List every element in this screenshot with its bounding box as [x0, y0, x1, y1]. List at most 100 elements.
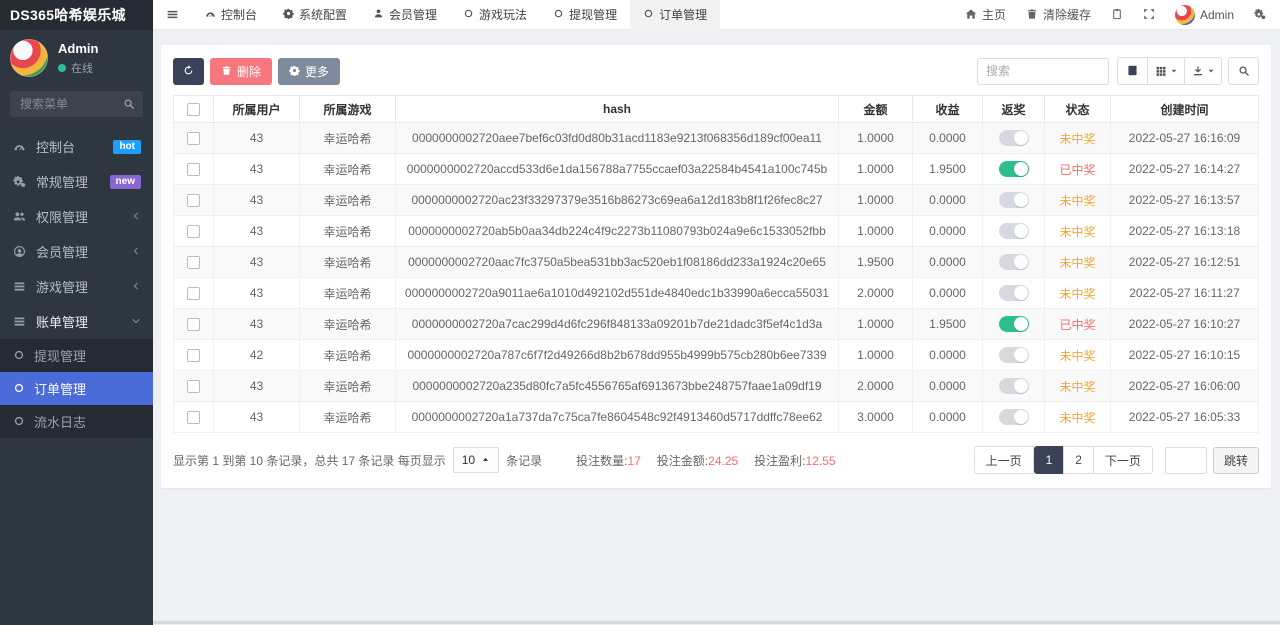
table-row: 43 幸运哈希 0000000002720a1a737da7c75ca7fe86… [174, 402, 1259, 433]
sidebar-item-会员管理[interactable]: 会员管理 [0, 234, 153, 269]
sidebar-subitem-流水日志[interactable]: 流水日志 [0, 405, 153, 438]
column-header-所属游戏[interactable]: 所属游戏 [300, 96, 396, 123]
caret-down-icon [1170, 67, 1178, 76]
cell-created-time: 2022-05-27 16:13:57 [1111, 185, 1259, 216]
next-page-button[interactable]: 下一页 [1093, 446, 1153, 474]
refresh-button[interactable] [173, 58, 204, 85]
cell-amount: 1.9500 [839, 247, 913, 278]
row-checkbox[interactable] [187, 380, 200, 393]
sidebar-item-账单管理[interactable]: 账单管理 [0, 304, 153, 339]
delete-button[interactable]: 删除 [210, 58, 272, 85]
column-header-状态[interactable]: 状态 [1045, 96, 1111, 123]
page-number-button-2[interactable]: 2 [1063, 446, 1094, 474]
row-checkbox[interactable] [187, 318, 200, 331]
payout-toggle[interactable] [999, 192, 1029, 208]
sidebar-item-游戏管理[interactable]: 游戏管理 [0, 269, 153, 304]
column-header-返奖[interactable]: 返奖 [983, 96, 1045, 123]
gear-icon [289, 65, 300, 78]
row-checkbox[interactable] [187, 225, 200, 238]
row-checkbox[interactable] [187, 411, 200, 424]
horizontal-scrollbar[interactable] [153, 621, 1280, 624]
status-badge: 未中奖 [1045, 247, 1111, 278]
pagination: 上一页 12 下一页 跳转 [974, 446, 1259, 474]
search-icon [1238, 64, 1250, 78]
topbar-clipboard[interactable] [1111, 8, 1123, 22]
topbar-主页[interactable]: 主页 [965, 6, 1006, 23]
sidebar-subitem-提现管理[interactable]: 提现管理 [0, 339, 153, 372]
hamburger-icon[interactable] [153, 7, 192, 22]
topbar-Admin[interactable]: Admin [1175, 5, 1234, 25]
column-header-hash[interactable]: hash [396, 96, 839, 123]
sidebar-user-panel: Admin 在线 [0, 30, 153, 85]
row-checkbox[interactable] [187, 256, 200, 269]
payout-toggle[interactable] [999, 161, 1029, 177]
cell-user: 43 [214, 371, 300, 402]
cell-profit: 0.0000 [913, 123, 983, 154]
jump-page-input[interactable] [1165, 447, 1207, 474]
users-icon [12, 209, 27, 224]
payout-toggle[interactable] [999, 347, 1029, 363]
jump-button[interactable]: 跳转 [1213, 447, 1259, 474]
table-row: 43 幸运哈希 0000000002720aac7fc3750a5bea531b… [174, 247, 1259, 278]
avatar[interactable] [10, 39, 48, 77]
row-checkbox[interactable] [187, 287, 200, 300]
cell-amount: 2.0000 [839, 371, 913, 402]
column-header-收益[interactable]: 收益 [913, 96, 983, 123]
toggle-pagination-button[interactable] [1117, 57, 1148, 85]
status-badge: 未中奖 [1045, 340, 1111, 371]
tab-游戏玩法[interactable]: 游戏玩法 [450, 0, 540, 30]
cell-user: 43 [214, 123, 300, 154]
payout-toggle[interactable] [999, 316, 1029, 332]
column-header-所属用户[interactable]: 所属用户 [214, 96, 300, 123]
table-search-input[interactable] [977, 58, 1109, 85]
tab-提现管理[interactable]: 提现管理 [540, 0, 630, 30]
tab-会员管理[interactable]: 会员管理 [360, 0, 450, 30]
cell-user: 43 [214, 185, 300, 216]
export-button[interactable] [1184, 57, 1222, 85]
column-header-金额[interactable]: 金额 [839, 96, 913, 123]
page-number-button-1[interactable]: 1 [1034, 446, 1065, 474]
table-row: 43 幸运哈希 0000000002720ac23f33297379e3516b… [174, 185, 1259, 216]
search-button[interactable] [1228, 57, 1259, 85]
sidebar-item-控制台[interactable]: 控制台 hot [0, 129, 153, 164]
topbar-expand[interactable] [1143, 8, 1155, 22]
topbar-清除缓存[interactable]: 清除缓存 [1026, 6, 1091, 23]
topbar-cogs[interactable] [1254, 8, 1266, 22]
payout-toggle[interactable] [999, 223, 1029, 239]
sidebar-item-常规管理[interactable]: 常规管理 new [0, 164, 153, 199]
select-all-checkbox[interactable] [187, 103, 200, 116]
tab-系统配置[interactable]: 系统配置 [270, 0, 360, 30]
page-size-select[interactable]: 10 [453, 447, 499, 473]
topbar-right: 主页 清除缓存 Admin [965, 5, 1280, 25]
cell-created-time: 2022-05-27 16:13:18 [1111, 216, 1259, 247]
prev-page-button[interactable]: 上一页 [974, 446, 1034, 474]
circle-icon [13, 382, 25, 396]
refresh-icon [183, 65, 194, 78]
status-badge: 未中奖 [1045, 278, 1111, 309]
row-checkbox[interactable] [187, 163, 200, 176]
payout-toggle[interactable] [999, 409, 1029, 425]
payout-toggle[interactable] [999, 130, 1029, 146]
payout-toggle[interactable] [999, 378, 1029, 394]
cell-hash: 0000000002720accd533d6e1da156788a7755cca… [396, 154, 839, 185]
cell-hash: 0000000002720a9011ae6a1010d492102d551de4… [396, 278, 839, 309]
row-checkbox[interactable] [187, 194, 200, 207]
person-icon [373, 8, 384, 21]
columns-button[interactable] [1147, 57, 1185, 85]
sidebar-subitem-订单管理[interactable]: 订单管理 [0, 372, 153, 405]
sidebar-item-权限管理[interactable]: 权限管理 [0, 199, 153, 234]
app-logo[interactable]: DS365哈希娱乐城 [0, 0, 153, 30]
cell-hash: 0000000002720a787c6f7f2d49266d8b2b678dd9… [396, 340, 839, 371]
tab-控制台[interactable]: 控制台 [192, 0, 270, 30]
circle-icon [13, 415, 25, 429]
row-checkbox[interactable] [187, 349, 200, 362]
row-checkbox[interactable] [187, 132, 200, 145]
payout-toggle[interactable] [999, 254, 1029, 270]
sidebar: DS365哈希娱乐城 Admin 在线 控制台 hot 常规管理 new 权限管… [0, 0, 153, 625]
caret-down-icon [1207, 67, 1215, 76]
cell-created-time: 2022-05-27 16:10:15 [1111, 340, 1259, 371]
tab-订单管理[interactable]: 订单管理 [630, 0, 720, 30]
payout-toggle[interactable] [999, 285, 1029, 301]
more-button[interactable]: 更多 [278, 58, 340, 85]
column-header-创建时间[interactable]: 创建时间 [1111, 96, 1259, 123]
